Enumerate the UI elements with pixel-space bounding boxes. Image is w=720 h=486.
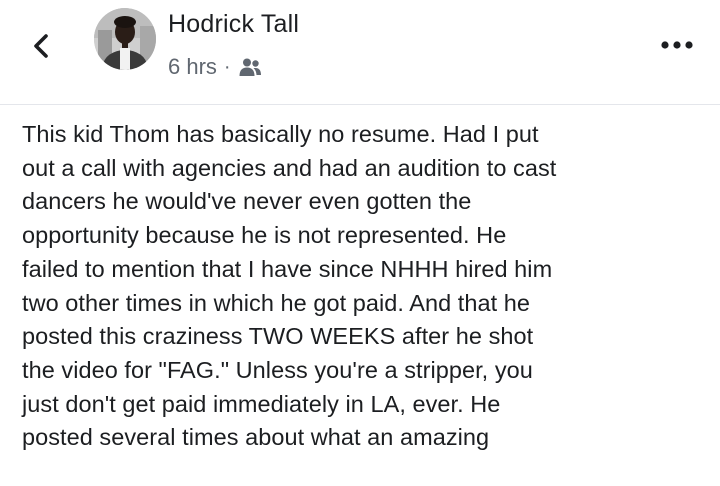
header-divider (0, 104, 720, 105)
back-arrow-icon (34, 34, 48, 58)
meta-separator: · (223, 55, 231, 78)
post-text-line: two other times in which he got paid. An… (22, 289, 531, 316)
post-text-line: This kid Thom has basically no resume. H… (22, 121, 539, 147)
post-text-line: just don't get paid immediately in LA, e… (22, 390, 501, 417)
friends-icon[interactable] (238, 57, 262, 77)
avatar[interactable] (94, 8, 156, 70)
post-text-line: opportunity because he is not represente… (22, 222, 507, 249)
post-text-line: failed to mention that I have since NHHH… (22, 255, 553, 282)
more-options-icon (661, 41, 693, 49)
avatar-photo (94, 8, 156, 70)
more-options-button[interactable] (660, 38, 694, 50)
post-text-line: the video for "FAG." Unless you're a str… (22, 356, 533, 383)
post-text-line: posted this craziness TWO WEEKS after he… (22, 323, 534, 350)
post-text-line: posted several times about what an amazi… (22, 424, 490, 451)
back-button[interactable] (22, 26, 62, 66)
post-text: This kid Thom has basically no resume. H… (22, 118, 712, 455)
post-header: Hodrick Tall 6 hrs · (0, 0, 720, 104)
post-timestamp[interactable]: 6 hrs (168, 54, 217, 80)
author-name[interactable]: Hodrick Tall (168, 10, 299, 39)
post-text-line: dancers he would've never even gotten th… (22, 188, 472, 215)
post-text-line: out a call with agencies and had an audi… (22, 154, 557, 181)
post-meta: 6 hrs · (168, 52, 262, 82)
